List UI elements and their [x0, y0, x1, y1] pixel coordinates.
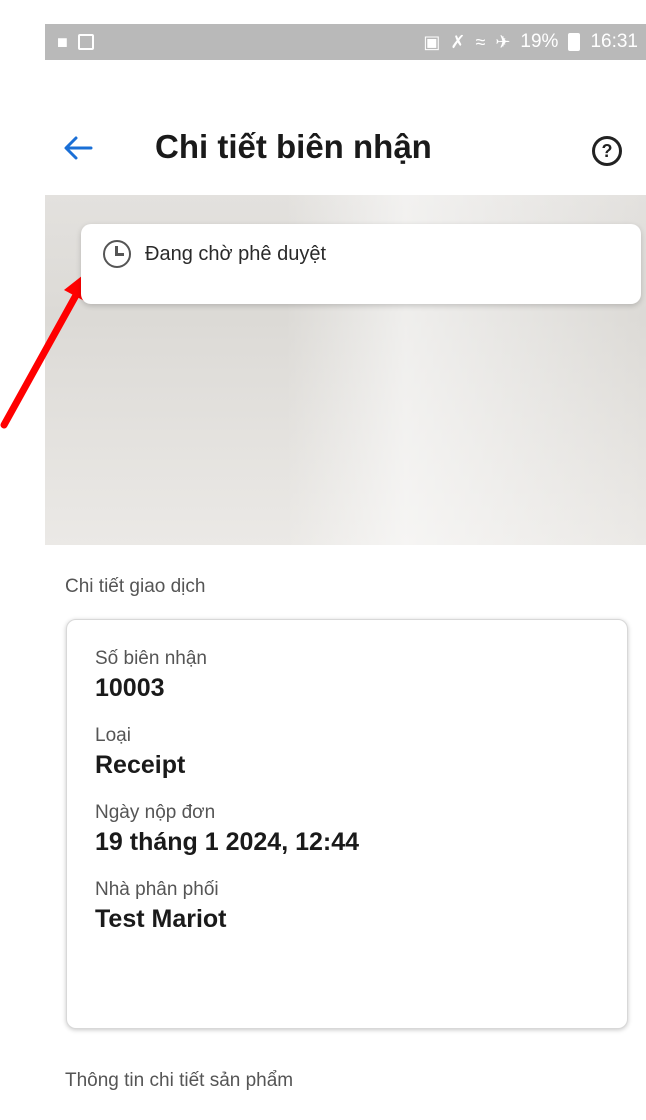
- arrow-left-icon: [64, 136, 93, 160]
- lock-icon: ▣: [423, 32, 441, 52]
- teams-icon: ■: [57, 32, 68, 52]
- field-value: 10003: [95, 674, 165, 702]
- phone-screen: ■ ▣ ✗ ≈ ✈ 19% 16:31 Chi tiết biên nhận ?…: [30, 0, 646, 1120]
- field-label: Loại: [95, 725, 131, 746]
- status-right: ▣ ✗ ≈ ✈ 19% 16:31: [423, 31, 638, 53]
- status-time: 16:31: [590, 31, 638, 52]
- status-banner: Đang chờ phê duyệt: [45, 195, 646, 545]
- field-value: Receipt: [95, 751, 186, 779]
- status-bar: ■ ▣ ✗ ≈ ✈ 19% 16:31: [45, 24, 646, 60]
- status-left: ■: [57, 33, 94, 51]
- transaction-details-card: Số biên nhận 10003 Loại Receipt Ngày nộp…: [66, 619, 628, 1029]
- back-button[interactable]: [60, 130, 96, 166]
- field-label: Số biên nhận: [95, 648, 207, 669]
- field-value: 19 tháng 1 2024, 12:44: [95, 828, 360, 856]
- airplane-icon: ✈: [495, 32, 511, 52]
- field-label: Ngày nộp đơn: [95, 802, 216, 823]
- battery-icon: [568, 33, 581, 51]
- field-label: Nhà phân phối: [95, 879, 219, 900]
- app-header: Chi tiết biên nhận ?: [30, 110, 646, 190]
- checkbox-icon: [77, 34, 94, 50]
- battery-percent: 19%: [520, 31, 559, 52]
- help-button[interactable]: ?: [592, 136, 622, 166]
- wifi-icon: ≈: [475, 32, 486, 52]
- mute-icon: ✗: [450, 32, 466, 52]
- field-value: Test Mariot: [95, 905, 227, 933]
- receipt-number-field: Số biên nhận 10003: [95, 648, 599, 703]
- help-circle-icon: ?: [601, 140, 613, 161]
- status-text: Đang chờ phê duyệt: [145, 242, 327, 265]
- status-card: Đang chờ phê duyệt: [81, 224, 641, 304]
- submit-date-field: Ngày nộp đơn 19 tháng 1 2024, 12:44: [95, 802, 599, 857]
- clock-icon: [103, 240, 131, 268]
- distributor-field: Nhà phân phối Test Mariot: [95, 879, 599, 934]
- product-section-label: Thông tin chi tiết sản phẩm: [65, 1070, 294, 1091]
- type-field: Loại Receipt: [95, 725, 599, 780]
- page-title: Chi tiết biên nhận: [155, 128, 432, 165]
- transaction-section-label: Chi tiết giao dịch: [65, 576, 206, 597]
